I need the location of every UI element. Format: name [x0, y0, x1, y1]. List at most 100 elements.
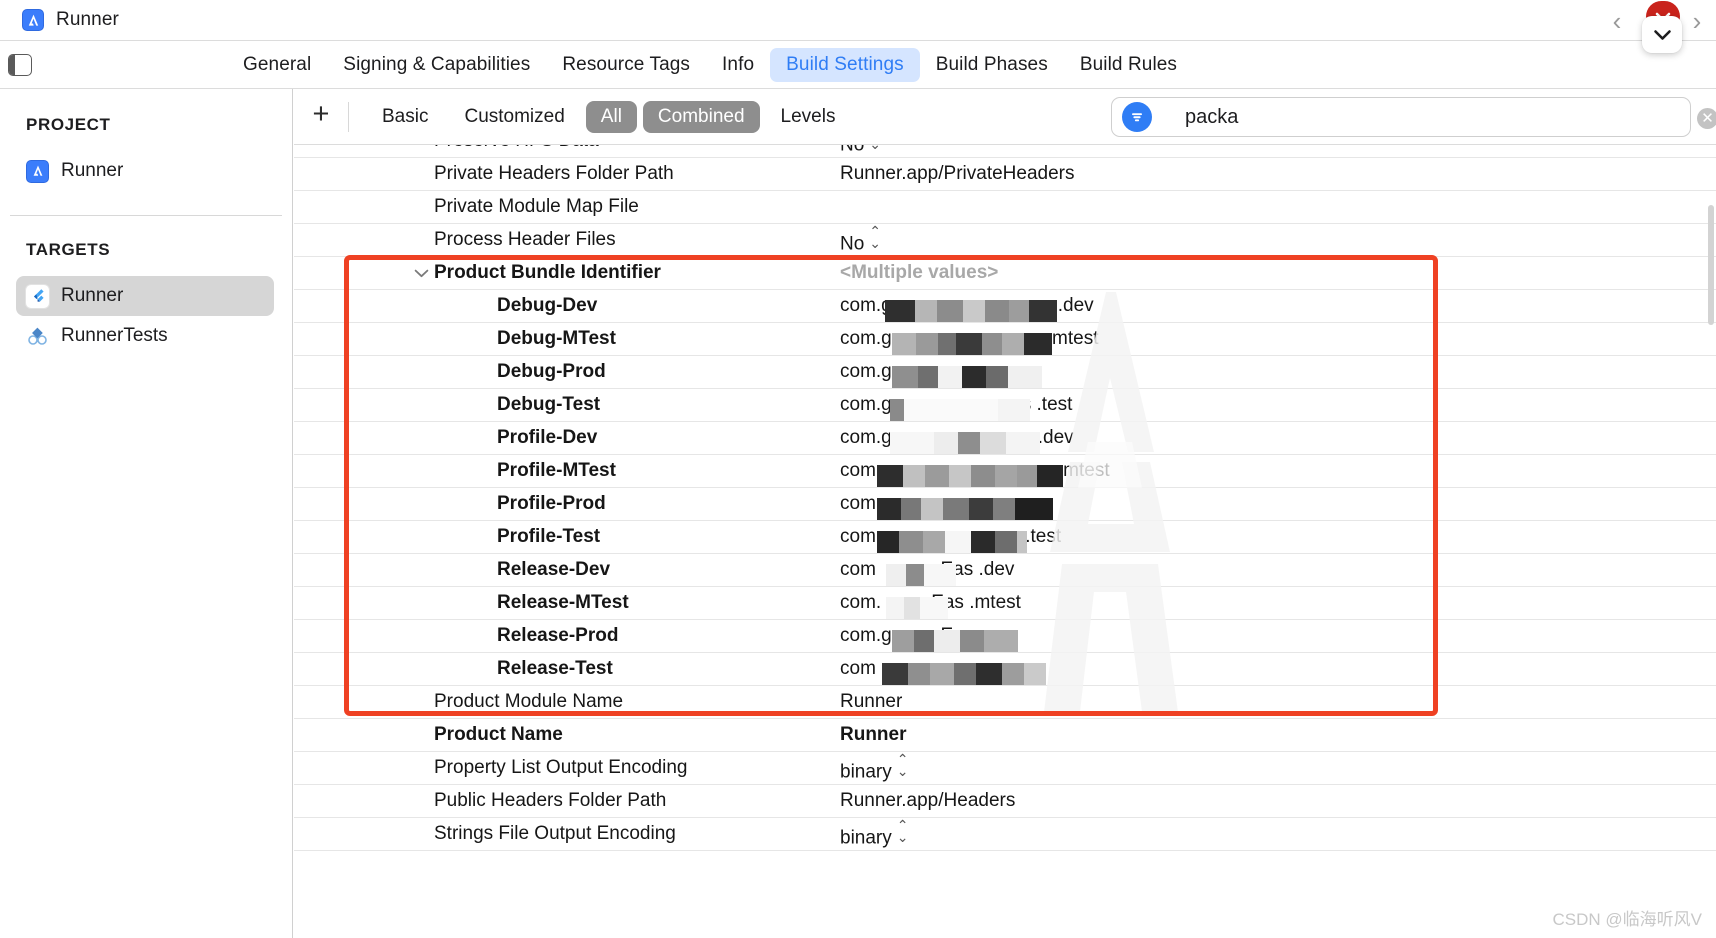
setting-value[interactable]: com eEas .dev — [840, 559, 1014, 586]
setting-value[interactable]: com.g s .test — [840, 394, 1072, 421]
setting-key: Profile-Test — [497, 526, 601, 547]
table-row-product-module-name[interactable]: Product Module Name Runner — [294, 686, 1716, 719]
setting-value[interactable]: binary ⌃ ⌄ — [840, 816, 909, 850]
filter-circle-icon[interactable] — [1122, 102, 1152, 132]
tab-info[interactable]: Info — [706, 48, 770, 82]
setting-value[interactable]: com.g .dev — [840, 295, 1094, 322]
setting-value[interactable]: com.g as — [840, 361, 1042, 388]
chevron-down-icon[interactable] — [414, 266, 429, 281]
chevron-right-icon[interactable]: › — [1686, 4, 1708, 38]
search-value: packa — [1185, 105, 1239, 128]
tab-signing-capabilities[interactable]: Signing & Capabilities — [327, 48, 546, 82]
tab-general[interactable]: General — [227, 48, 327, 82]
editor-tab-bar: General Signing & Capabilities Resource … — [0, 41, 1716, 89]
sidebar-item-target-runner[interactable]: Runner — [16, 276, 274, 316]
setting-key: Private Module Map File — [434, 196, 639, 217]
xcode-project-icon — [22, 9, 44, 31]
setting-value[interactable]: No⌃⌄ — [840, 222, 882, 256]
filter-customized[interactable]: Customized — [449, 101, 579, 133]
setting-value[interactable]: Runner.app/Headers — [840, 790, 1015, 812]
build-settings-table[interactable]: Preserve HFS Data No⌃⌄ Private Headers F… — [294, 145, 1716, 938]
stepper-icon: ⌃⌄ — [869, 222, 882, 252]
table-row-release-prod[interactable]: Release-Prod com.g s Eas — [294, 620, 1716, 653]
filter-basic[interactable]: Basic — [367, 101, 443, 133]
xcode-build-settings-window: Runner ‹ › General Signing & Capabilitie… — [0, 0, 1716, 938]
redaction-mosaic — [882, 663, 1046, 685]
filter-all[interactable]: All — [585, 100, 637, 133]
plus-icon[interactable]: + — [294, 89, 348, 144]
table-row-release-dev[interactable]: Release-Dev com eEas .dev — [294, 554, 1716, 587]
tab-list: General Signing & Capabilities Resource … — [227, 47, 1193, 82]
setting-value[interactable]: com. Eas .mtest — [840, 592, 1021, 619]
chevron-left-icon[interactable]: ‹ — [1606, 4, 1628, 38]
table-row-profile-test[interactable]: Profile-Test com as .test — [294, 521, 1716, 554]
table-row-debug-test[interactable]: Debug-Test com.g s .test — [294, 389, 1716, 422]
setting-key: Public Headers Folder Path — [434, 790, 667, 811]
stepper-icon: ⌃⌄ — [896, 750, 909, 780]
redaction-mosaic — [877, 465, 1063, 487]
setting-value[interactable]: com as .test — [840, 526, 1061, 553]
chevron-down-icon[interactable] — [1642, 16, 1682, 53]
filter-combined[interactable]: Combined — [642, 100, 760, 133]
table-row[interactable]: Preserve HFS Data No⌃⌄ — [294, 145, 1716, 158]
redaction-mosaic — [890, 432, 1040, 454]
setting-key: Product Module Name — [434, 691, 624, 712]
settings-rows-container: Preserve HFS Data No⌃⌄ Private Headers F… — [294, 145, 1716, 851]
setting-value[interactable]: com .mtest — [840, 460, 1110, 487]
table-row-profile-mtest[interactable]: Profile-MTest com .mtest — [294, 455, 1716, 488]
sidebar-item-target-runnertests[interactable]: RunnerTests — [16, 316, 274, 356]
setting-value[interactable]: Runner.app/PrivateHeaders — [840, 163, 1074, 185]
table-row-strings-file-output-encoding[interactable]: Strings File Output Encoding binary ⌃ ⌄ — [294, 818, 1716, 851]
setting-value[interactable]: com e — [840, 658, 1046, 685]
table-row-public-headers-folder-path[interactable]: Public Headers Folder Path Runner.app/He… — [294, 785, 1716, 818]
setting-value[interactable]: Runner — [840, 724, 907, 746]
setting-key: Debug-Test — [497, 394, 601, 415]
setting-value[interactable]: binary ⌃ ⌄ — [840, 750, 909, 784]
table-row-debug-mtest[interactable]: Debug-MTest com.g .mtest — [294, 323, 1716, 356]
setting-value[interactable]: com.g .dev — [840, 427, 1074, 454]
tab-build-rules[interactable]: Build Rules — [1064, 48, 1193, 82]
table-row[interactable]: Private Headers Folder Path Runner.app/P… — [294, 158, 1716, 191]
setting-key: Release-Dev — [497, 559, 611, 580]
project-navigator-sidebar: PROJECT Runner TARGETS Runner RunnerTest… — [0, 89, 293, 938]
redaction-mosaic — [892, 333, 1052, 355]
tab-build-phases[interactable]: Build Phases — [920, 48, 1064, 82]
setting-key: Private Headers Folder Path — [434, 163, 674, 184]
table-row-release-mtest[interactable]: Release-MTest com. Eas .mtest — [294, 587, 1716, 620]
window-title-bar: Runner ‹ › — [0, 0, 1716, 53]
clear-circle-icon[interactable]: ✕ — [1697, 108, 1716, 129]
setting-value[interactable]: com.g .mtest — [840, 328, 1098, 355]
sidebar-item-project-runner[interactable]: Runner — [16, 151, 274, 191]
setting-key: Debug-Dev — [497, 295, 598, 316]
table-row-release-test[interactable]: Release-Test com e — [294, 653, 1716, 686]
build-settings-panel: + Basic Customized All Combined Levels p… — [294, 89, 1716, 938]
setting-value[interactable]: No⌃⌄ — [840, 145, 881, 156]
targets-section-header: TARGETS — [26, 240, 111, 259]
table-row-profile-dev[interactable]: Profile-Dev com.g .dev — [294, 422, 1716, 455]
sidebar-item-label: Runner — [61, 160, 124, 181]
setting-key: Property List Output Encoding — [434, 757, 688, 778]
setting-value[interactable]: com.g s Eas — [840, 625, 1018, 652]
table-row-debug-dev[interactable]: Debug-Dev com.g .dev — [294, 290, 1716, 323]
table-row-profile-prod[interactable]: Profile-Prod com as — [294, 488, 1716, 521]
sidebar-item-label: Runner — [61, 285, 124, 306]
setting-value[interactable]: com as — [840, 493, 1053, 520]
setting-key: Profile-Dev — [497, 427, 598, 448]
table-row[interactable]: Private Module Map File — [294, 191, 1716, 224]
table-row-product-name[interactable]: Product Name Runner — [294, 719, 1716, 752]
setting-key: Strings File Output Encoding — [434, 823, 676, 844]
table-row[interactable]: Process Header Files No ⌃ ⌄ — [294, 224, 1716, 257]
table-row-product-bundle-identifier[interactable]: Product Bundle Identifier <Multiple valu… — [294, 257, 1716, 290]
redaction-mosaic — [890, 399, 1030, 421]
search-input[interactable]: packa ✕ — [1111, 97, 1716, 137]
setting-value[interactable]: Runner — [840, 691, 902, 713]
filter-levels[interactable]: Levels — [766, 101, 851, 133]
vertical-scrollbar[interactable] — [1708, 205, 1714, 325]
tab-resource-tags[interactable]: Resource Tags — [546, 48, 706, 82]
sidebar-toggle-icon[interactable] — [8, 53, 32, 76]
setting-value: <Multiple values> — [840, 262, 999, 283]
table-row-debug-prod[interactable]: Debug-Prod com.g as — [294, 356, 1716, 389]
stepper-icon: ⌃⌄ — [896, 816, 909, 846]
tab-build-settings[interactable]: Build Settings — [770, 47, 920, 82]
table-row-property-list-output-encoding[interactable]: Property List Output Encoding binary ⌃ ⌄ — [294, 752, 1716, 785]
